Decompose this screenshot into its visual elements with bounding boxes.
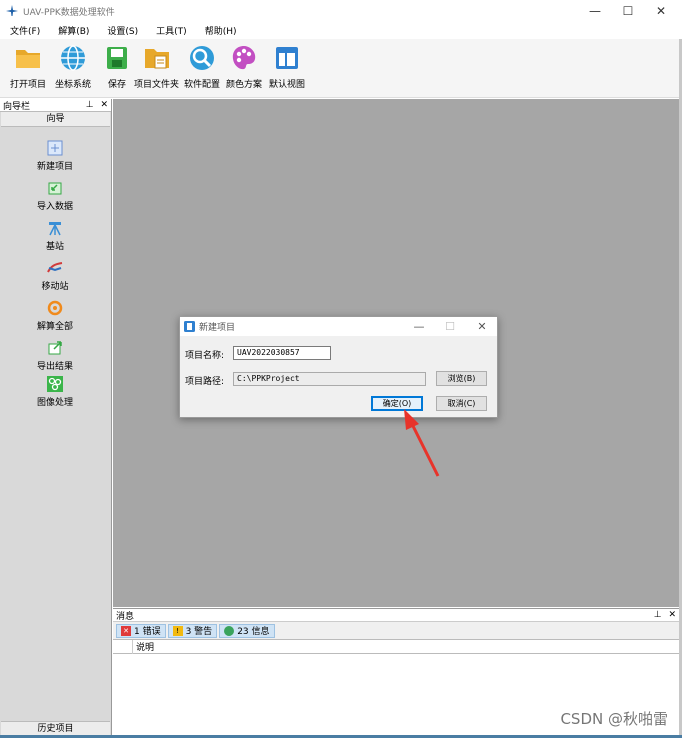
error-icon: ✕ [121, 625, 131, 636]
column-header-blank [113, 639, 133, 654]
watermark-text: CSDN @秋啪雷 [560, 710, 668, 728]
message-filter-tabs: ✕ 1 错误 ! 3 警告 23 信息 [113, 622, 679, 640]
column-header-description[interactable]: 说明 [133, 640, 154, 653]
warnings-tab[interactable]: ! 3 警告 [167, 623, 218, 638]
info-tab[interactable]: 23 信息 [219, 623, 275, 638]
pin-icon[interactable]: ⊥ [654, 610, 662, 620]
warning-icon: ! [172, 625, 183, 636]
message-panel-title: 消息 [116, 611, 135, 622]
errors-tab[interactable]: ✕ 1 错误 [116, 623, 166, 638]
message-panel-header: 消息 ⊥ ✕ [113, 609, 679, 622]
info-icon [224, 625, 235, 636]
close-icon[interactable]: ✕ [668, 610, 676, 620]
message-table-header: 说明 [113, 639, 679, 654]
